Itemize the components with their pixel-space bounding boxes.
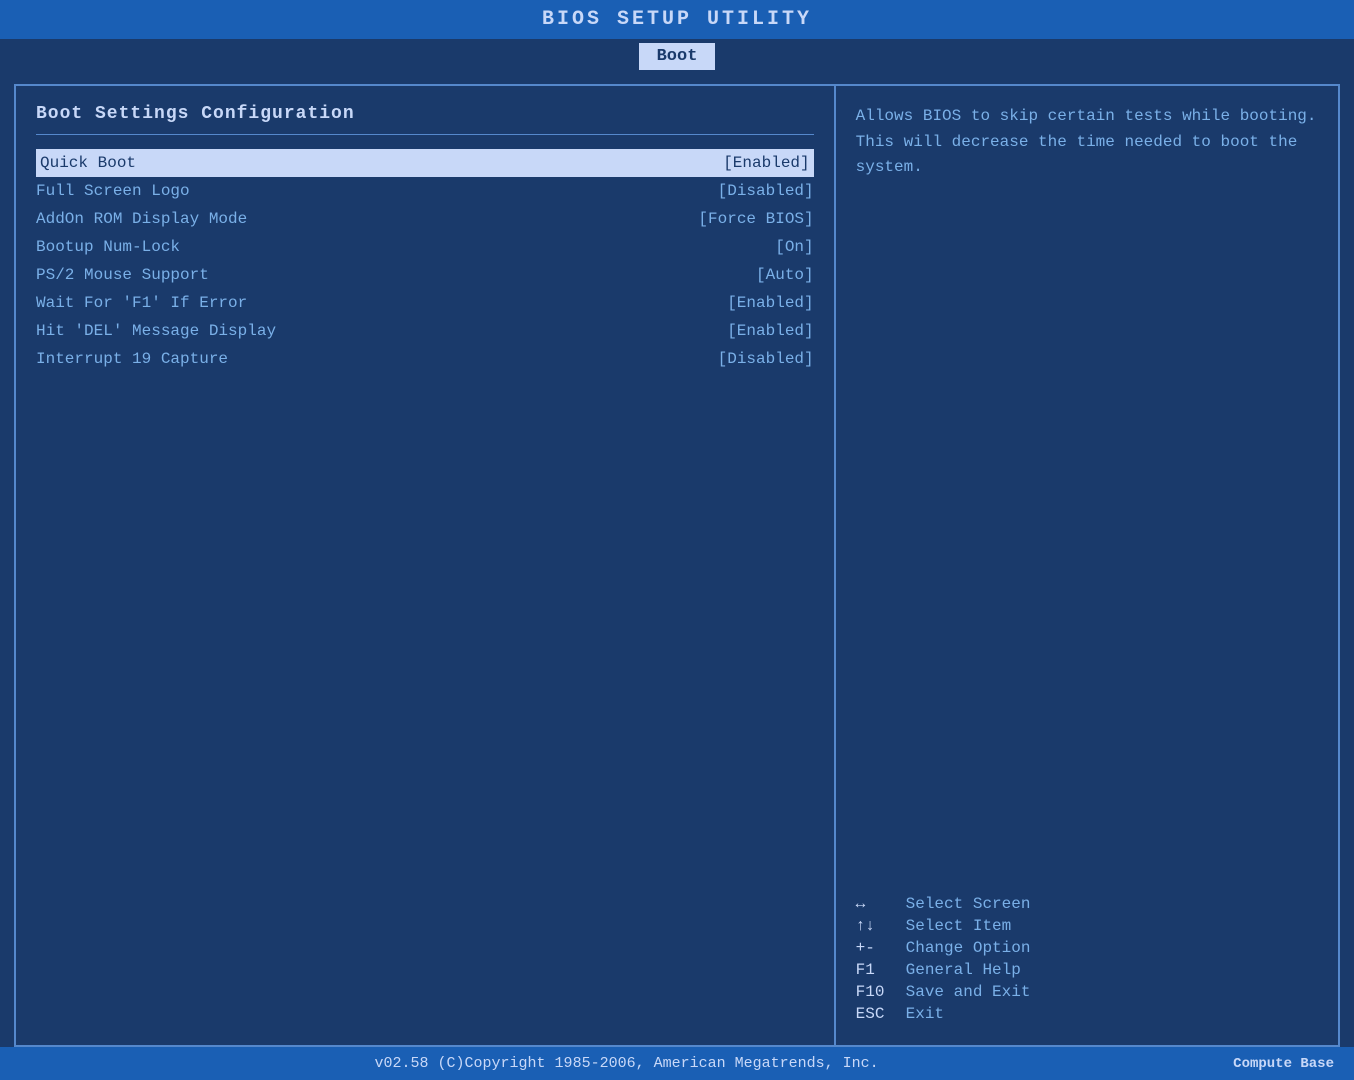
key-desc-general-help: General Help xyxy=(906,961,1021,979)
menu-value-addon-rom: [Force BIOS] xyxy=(698,210,813,228)
key-desc-change-option: Change Option xyxy=(906,939,1031,957)
key-row-change-option: +- Change Option xyxy=(856,939,1318,957)
menu-item-ps2-mouse[interactable]: PS/2 Mouse Support [Auto] xyxy=(36,261,814,289)
menu-label-wait-f1: Wait For 'F1' If Error xyxy=(36,294,247,312)
help-text: Allows BIOS to skip certain tests while … xyxy=(856,104,1318,181)
tab-bar: Boot xyxy=(0,39,1354,70)
key-desc-select-item: Select Item xyxy=(906,917,1012,935)
menu-label-addon-rom: AddOn ROM Display Mode xyxy=(36,210,247,228)
section-title: Boot Settings Configuration xyxy=(36,104,814,124)
key-symbol-change-option: +- xyxy=(856,939,906,957)
menu-value-wait-f1: [Enabled] xyxy=(727,294,813,312)
menu-value-hit-del: [Enabled] xyxy=(727,322,813,340)
menu-label-interrupt-19: Interrupt 19 Capture xyxy=(36,350,228,368)
footer-copyright: v02.58 (C)Copyright 1985-2006, American … xyxy=(20,1055,1233,1072)
menu-item-bootup-numlock[interactable]: Bootup Num-Lock [On] xyxy=(36,233,814,261)
menu-value-interrupt-19: [Disabled] xyxy=(718,350,814,368)
menu-item-full-screen-logo[interactable]: Full Screen Logo [Disabled] xyxy=(36,177,814,205)
menu-label-bootup-numlock: Bootup Num-Lock xyxy=(36,238,180,256)
menu-item-quick-boot[interactable]: Quick Boot [Enabled] xyxy=(36,149,814,177)
key-symbol-general-help: F1 xyxy=(856,961,906,979)
key-row-save-exit: F10 Save and Exit xyxy=(856,983,1318,1001)
menu-value-bootup-numlock: [On] xyxy=(775,238,813,256)
menu-item-hit-del[interactable]: Hit 'DEL' Message Display [Enabled] xyxy=(36,317,814,345)
menu-item-interrupt-19[interactable]: Interrupt 19 Capture [Disabled] xyxy=(36,345,814,373)
menu-label-hit-del: Hit 'DEL' Message Display xyxy=(36,322,276,340)
footer: v02.58 (C)Copyright 1985-2006, American … xyxy=(0,1047,1354,1080)
key-help: ↔ Select Screen ↑↓ Select Item +- Change… xyxy=(856,895,1318,1027)
key-row-general-help: F1 General Help xyxy=(856,961,1318,979)
key-symbol-save-exit: F10 xyxy=(856,983,906,1001)
menu-value-ps2-mouse: [Auto] xyxy=(756,266,814,284)
key-desc-esc: Exit xyxy=(906,1005,944,1023)
key-desc-save-exit: Save and Exit xyxy=(906,983,1031,1001)
key-row-select-screen: ↔ Select Screen xyxy=(856,895,1318,913)
right-panel: Allows BIOS to skip certain tests while … xyxy=(836,86,1338,1045)
title-text: BIOS SETUP UTILITY xyxy=(542,8,812,31)
menu-label-ps2-mouse: PS/2 Mouse Support xyxy=(36,266,209,284)
menu-item-wait-f1[interactable]: Wait For 'F1' If Error [Enabled] xyxy=(36,289,814,317)
menu-label-full-screen-logo: Full Screen Logo xyxy=(36,182,190,200)
menu-value-quick-boot: [Enabled] xyxy=(723,154,809,172)
key-symbol-select-item: ↑↓ xyxy=(856,917,906,935)
tab-boot[interactable]: Boot xyxy=(639,43,716,70)
menu-value-full-screen-logo: [Disabled] xyxy=(718,182,814,200)
menu-label-quick-boot: Quick Boot xyxy=(40,154,136,172)
key-row-select-item: ↑↓ Select Item xyxy=(856,917,1318,935)
left-panel: Boot Settings Configuration Quick Boot [… xyxy=(16,86,836,1045)
footer-brand: Compute Base xyxy=(1233,1056,1334,1072)
key-row-esc: ESC Exit xyxy=(856,1005,1318,1023)
main-content: Boot Settings Configuration Quick Boot [… xyxy=(14,84,1340,1047)
key-symbol-select-screen: ↔ xyxy=(856,895,906,913)
divider xyxy=(36,134,814,135)
key-desc-select-screen: Select Screen xyxy=(906,895,1031,913)
title-bar: BIOS SETUP UTILITY xyxy=(0,0,1354,39)
menu-item-addon-rom[interactable]: AddOn ROM Display Mode [Force BIOS] xyxy=(36,205,814,233)
key-symbol-esc: ESC xyxy=(856,1005,906,1023)
